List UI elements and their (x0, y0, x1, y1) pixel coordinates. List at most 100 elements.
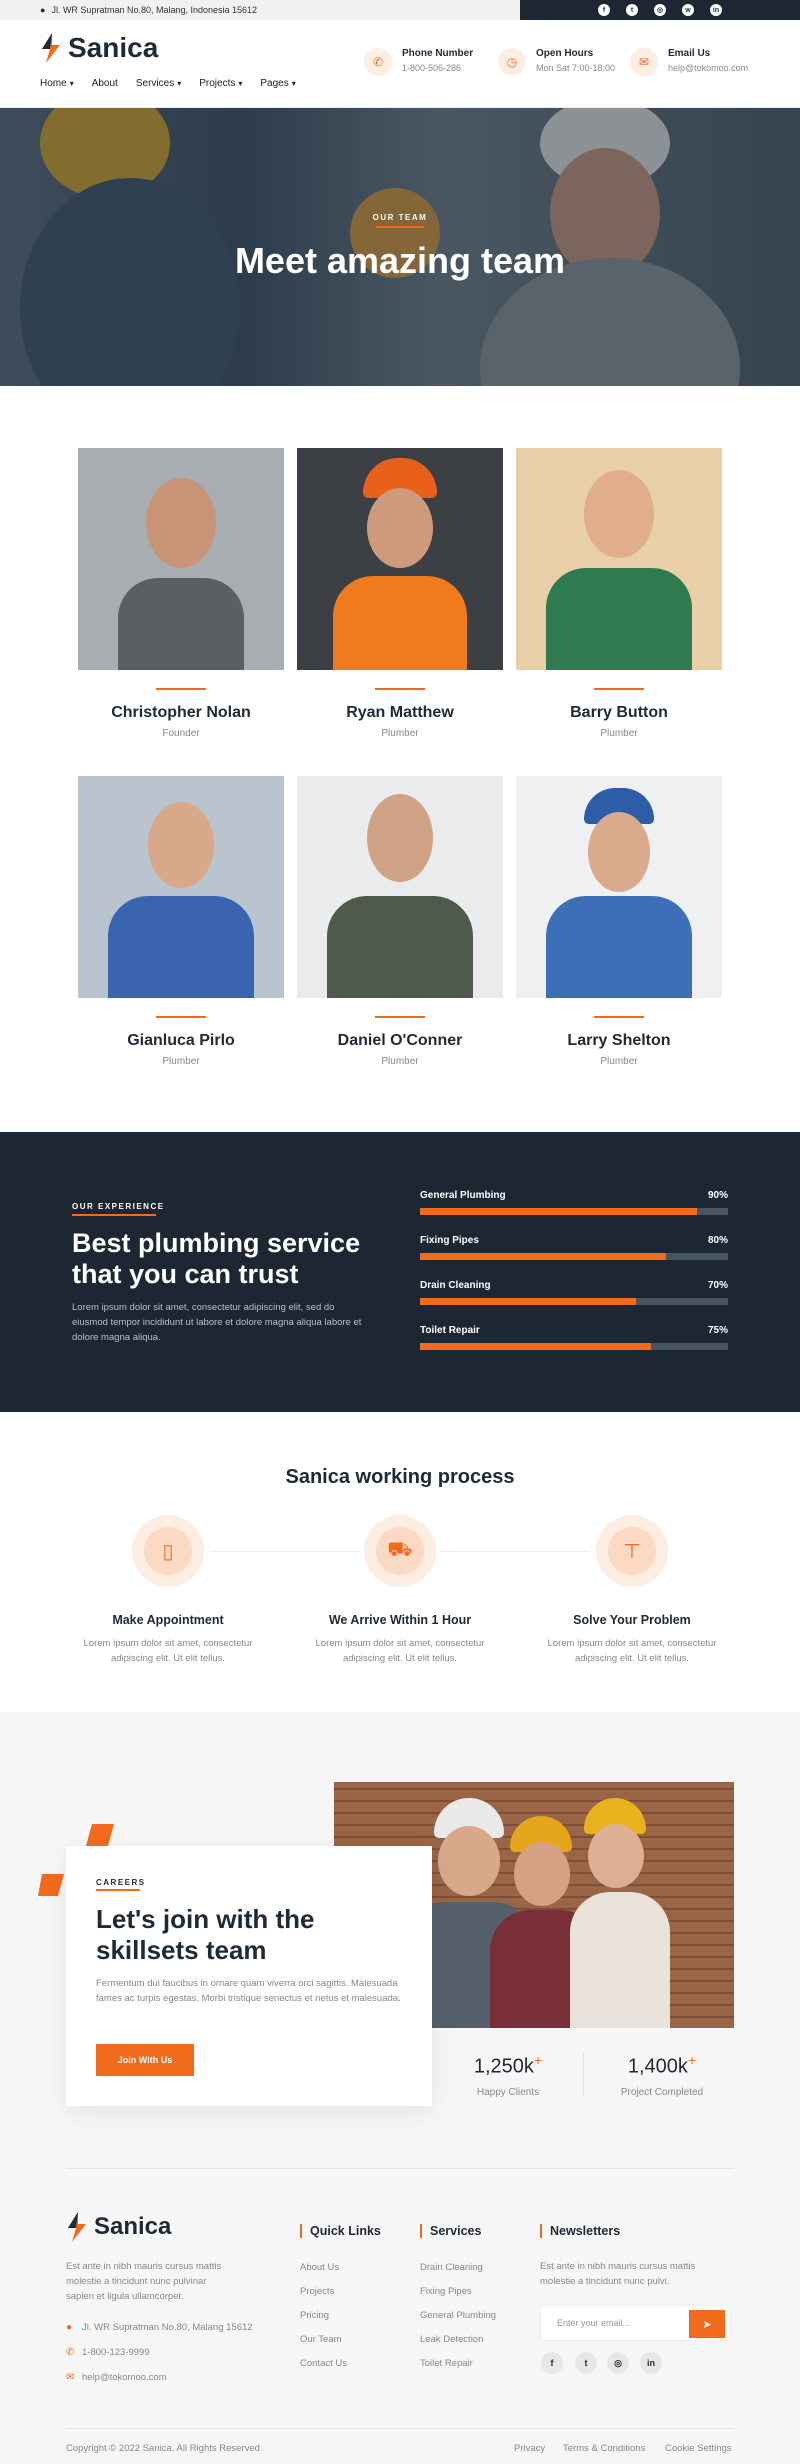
info-value: Mon Sat 7:00-18:00 (536, 63, 616, 73)
team-member-photo (297, 448, 503, 670)
footer-service-link[interactable]: Drain Cleaning (420, 2262, 483, 2273)
faucet-icon: ⊤ (608, 1527, 656, 1575)
team-member-role: Plumber (600, 1056, 638, 1067)
step-title: We Arrive Within 1 Hour (328, 1613, 472, 1627)
team-member-photo (78, 776, 284, 998)
photo-head (588, 812, 650, 892)
footer-email-text: help@tokomoo.com (82, 2372, 167, 2383)
facebook-icon[interactable]: f (598, 4, 610, 16)
chevron-down-icon: ▾ (238, 79, 243, 88)
team-member-card[interactable]: Barry Button Plumber (516, 448, 722, 739)
team-member-name: Gianluca Pirlo (127, 1032, 235, 1049)
footer-logo[interactable]: Sanica (66, 2212, 171, 2242)
skill-label: General Plumbing (420, 1190, 506, 1201)
photo-head (367, 794, 433, 882)
careers-title: Let's join with the skillsets team (96, 1904, 315, 1965)
info-title: Phone Number (402, 48, 474, 59)
nav-item-about[interactable]: About (92, 78, 118, 89)
card-accent-bar (594, 1016, 644, 1018)
linkedin-icon[interactable]: in (710, 4, 722, 16)
stat-plus: + (687, 2052, 697, 2068)
footer-address-text: Jl. WR Supratman No.80, Malang 15612 (82, 2322, 253, 2333)
team-member-name: Daniel O'Conner (337, 1032, 463, 1049)
copyright-text: Copyright © 2022 Sanica. All Rights Rese… (66, 2443, 260, 2454)
photo-head (588, 1824, 644, 1888)
join-with-us-button[interactable]: Join With Us (96, 2044, 194, 2076)
step-icon-circle: ⛟ (364, 1515, 436, 1587)
main-nav: Home ▾ About Services ▾ Projects ▾ Pages ▾ (40, 78, 296, 89)
twitter-icon[interactable]: t (575, 2352, 597, 2374)
footer-link[interactable]: Our Team (300, 2334, 342, 2345)
instagram-icon[interactable]: ◎ (607, 2352, 629, 2374)
team-member-card[interactable]: Larry Shelton Plumber (516, 776, 722, 1067)
hero-underline (376, 226, 424, 228)
nav-item-services[interactable]: Services ▾ (136, 78, 181, 89)
footer-service-link[interactable]: General Plumbing (420, 2310, 496, 2321)
footer-link[interactable]: Projects (300, 2286, 334, 2297)
logo[interactable]: Sanica (40, 32, 158, 64)
careers-card: CAREERS Let's join with the skillsets te… (66, 1846, 432, 2106)
hero-title: Meet amazing team (234, 240, 566, 281)
terms-link[interactable]: Terms & Conditions (563, 2443, 645, 2454)
team-member-role: Plumber (381, 1056, 419, 1067)
footer-link[interactable]: Contact Us (300, 2358, 347, 2369)
map-pin-icon: ● (40, 5, 46, 15)
privacy-link[interactable]: Privacy (514, 2443, 545, 2454)
nav-item-pages[interactable]: Pages ▾ (260, 78, 295, 89)
team-member-card[interactable]: Gianluca Pirlo Plumber (78, 776, 284, 1067)
team-member-card[interactable]: Ryan Matthew Plumber (297, 448, 503, 739)
info-title: Open Hours (536, 48, 594, 59)
linkedin-icon[interactable]: in (640, 2352, 662, 2374)
newsletters-title: Newsletters (540, 2224, 620, 2238)
footer-phone[interactable]: ✆ 1-800-123-9999 (66, 2347, 150, 2358)
team-member-card[interactable]: Daniel O'Conner Plumber (297, 776, 503, 1067)
facebook-icon[interactable]: f (541, 2352, 563, 2374)
instagram-icon[interactable]: ◎ (654, 4, 666, 16)
photo-head (584, 470, 654, 558)
phone-icon: ▯ (144, 1527, 192, 1575)
nav-item-projects[interactable]: Projects ▾ (199, 78, 242, 89)
step-icon-circle: ▯ (132, 1515, 204, 1587)
whatsapp-icon[interactable]: w (682, 4, 694, 16)
stat-value: 1,250k (473, 2055, 534, 2078)
truck-icon: ⛟ (376, 1527, 424, 1575)
careers-kicker: CAREERS (96, 1878, 146, 1887)
skill-label: Drain Cleaning (420, 1280, 491, 1291)
team-member-name: Christopher Nolan (111, 704, 251, 721)
step-icon-circle: ⊤ (596, 1515, 668, 1587)
step-text: Lorem ipsum dolor sit amet, consectetur … (547, 1638, 717, 1664)
footer-address: ● Jl. WR Supratman No.80, Malang 15612 (66, 2322, 253, 2333)
footer-link[interactable]: About Us (300, 2262, 339, 2273)
info-value[interactable]: 1-800-506-286 (402, 63, 473, 73)
skill-track (420, 1343, 728, 1350)
cookie-settings-link[interactable]: Cookie Settings (665, 2443, 732, 2454)
footer-link[interactable]: Pricing (300, 2310, 329, 2321)
team-member-role: Plumber (600, 728, 638, 739)
footer-bottom-divider (66, 2428, 734, 2429)
team-member-name: Barry Button (570, 704, 668, 721)
team-member-card[interactable]: Christopher Nolan Founder (78, 448, 284, 739)
stat-projects-completed: 1,400k+ Project Completed (587, 2052, 737, 2098)
info-value[interactable]: help@tokomoo.com (668, 63, 748, 73)
footer-phone-text: 1-800-123-9999 (82, 2347, 150, 2358)
skill-bar: Drain Cleaning 70% (420, 1280, 728, 1305)
mail-icon: ✉ (630, 48, 658, 76)
step-title: Solve Your Problem (573, 1613, 691, 1627)
newsletter-email-input[interactable]: Enter your email... (557, 2318, 630, 2328)
team-member-photo (516, 776, 722, 998)
nav-item-home[interactable]: Home ▾ (40, 78, 74, 89)
topbar-address: ● Jl. WR Supratman No.80, Malang, Indone… (40, 5, 257, 15)
hero-kicker: OUR TEAM (372, 213, 428, 222)
photo-head (367, 488, 433, 568)
send-button[interactable]: ➤ (689, 2310, 725, 2338)
skill-fill (420, 1253, 667, 1260)
footer-service-link[interactable]: Leak Detection (420, 2334, 483, 2345)
skill-percent: 70% (707, 1280, 728, 1291)
topbar-social: f t ◎ w in (520, 0, 800, 20)
twitter-icon[interactable]: t (626, 4, 638, 16)
footer-email[interactable]: ✉ help@tokomoo.com (66, 2372, 167, 2383)
footer-service-link[interactable]: Fixing Pipes (420, 2286, 472, 2297)
card-accent-bar (594, 688, 644, 690)
team-member-name: Ryan Matthew (346, 704, 454, 721)
footer-service-link[interactable]: Toilet Repair (420, 2358, 473, 2369)
